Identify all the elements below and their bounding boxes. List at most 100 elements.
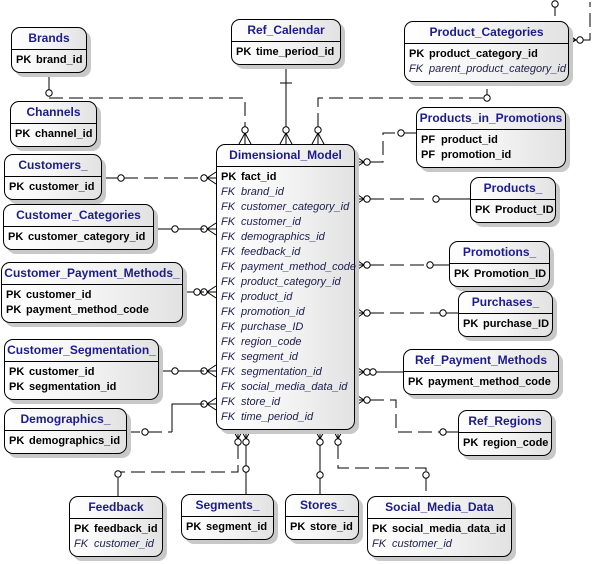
entity-social-media-data[interactable]: Social_Media_Data PK social_media_data_id F… [367,496,512,557]
optional-marker-icon [422,471,430,479]
attribute-name: payment_method_code [241,261,356,273]
attribute-name: region_code [483,437,549,449]
entity-stores[interactable]: Stores_ PK store_id [285,494,359,540]
attribute-row: FK purchase_ID [221,320,354,335]
key-type: PK [221,171,237,183]
attribute-name: parent_product_category_id [429,63,566,75]
attribute-list: PK region_code [459,433,551,455]
attribute-row: PK time_period_id [236,45,340,60]
relationship-line [171,403,204,432]
attribute-name: product_category_id [429,48,538,60]
relationship-line [370,399,440,433]
entity-ref-payment-methods[interactable]: Ref_Payment_Methods PK payment_method_code [403,349,559,395]
optional-marker-icon [171,225,179,233]
attribute-list: PK demographics_id [5,431,126,453]
key-type: PK [236,46,252,58]
entity-products[interactable]: Products_ PK Product_ID [470,177,556,223]
optional-marker-icon [200,174,208,182]
optional-marker-icon [363,261,371,269]
attribute-row: FK time_period_id [221,410,354,425]
attribute-list: PK brand_id [12,50,86,72]
key-type: PK [16,54,32,66]
attribute-row: PK product_category_id [409,47,568,62]
attribute-list: PK Product_ID [471,200,555,222]
attribute-row: FK feedback_id [221,245,354,260]
attribute-row: PK fact_id [221,170,354,185]
optional-marker-icon [171,367,179,375]
attribute-row: PK feedback_id [74,522,162,537]
key-type: FK [221,411,236,423]
entity-title: Feedback [70,497,162,519]
optional-marker-icon [363,158,371,166]
crows-foot-icon [206,364,217,378]
attribute-row: PK payment_method_code [408,375,558,390]
optional-marker-icon [242,438,250,446]
optional-marker-icon [363,368,371,376]
entity-segments[interactable]: Segments_ PK segment_id [181,494,274,540]
attribute-row: PK customer_category_id [8,230,153,245]
attribute-list: PK customer_id PK payment_method_code [2,285,182,322]
attribute-name: customer_id [241,216,301,228]
attribute-name: segment_id [241,351,298,363]
entity-ref-regions[interactable]: Ref_Regions PK region_code [458,410,552,456]
entity-dimensional-model[interactable]: Dimensional_Model PK fact_id FK brand_id FK cu… [216,144,356,430]
entity-title: Purchases_ [459,292,552,314]
entity-title: Promotions_ [450,242,549,264]
attribute-name: channel_id [35,128,93,140]
key-type: PF [421,134,436,146]
crows-foot-icon [206,285,217,299]
entity-customer-payment-methods[interactable]: Customer_Payment_Methods_ PK customer_id PK… [1,262,183,323]
attribute-list: PK purchase_ID [459,314,552,336]
entity-brands[interactable]: Brands PK brand_id [11,27,87,73]
relationship-line [337,445,427,496]
entity-customers[interactable]: Customers_ PK customer_id [4,154,102,200]
attribute-list: PK Promotion_ID [450,264,549,286]
attribute-row: PK customer_id [6,288,182,303]
key-type: FK [74,538,89,550]
key-type: FK [221,261,236,273]
entity-title: Customers_ [5,155,101,177]
attribute-name: brand_id [36,54,83,66]
crows-foot-icon [354,306,365,320]
attribute-row: PK Promotion_ID [454,267,549,282]
key-type: PF [421,149,436,161]
key-type: FK [372,538,387,550]
attribute-row: FK customer_id [74,537,162,552]
entity-purchases[interactable]: Purchases_ PK purchase_ID [458,291,553,337]
key-type: PK [408,376,424,388]
entity-title: Customer_Categories [4,205,153,227]
key-type: PK [290,521,306,533]
attribute-row: FK demographics_id [221,230,354,245]
entity-customer-segmentation[interactable]: Customer_Segmentation_ PK customer_id PK seg… [4,339,159,400]
optional-marker-icon [45,89,53,97]
attribute-list: PK customer_id [5,177,101,199]
entity-ref-calendar[interactable]: Ref_Calendar PK time_period_id [231,19,341,65]
entity-feedback[interactable]: Feedback PK feedback_id FK customer_id [69,496,163,557]
attribute-list: PK payment_method_code [404,372,558,394]
entity-promotions[interactable]: Promotions_ PK Promotion_ID [449,241,550,287]
key-type: FK [221,321,236,333]
entity-title: Demographics_ [5,409,126,431]
attribute-name: Product_ID [495,204,554,216]
attribute-name: customer_id [29,181,95,193]
key-type: FK [221,366,236,378]
attribute-name: time_period_id [256,46,335,58]
attribute-row: PK store_id [290,520,358,535]
key-type: PK [463,437,479,449]
entity-products-in-promotions[interactable]: Products_in_Promotions PF product_id PF prom… [416,107,566,168]
entity-channels[interactable]: Channels PK channel_id [10,101,97,147]
attribute-name: store_id [241,396,281,408]
optional-marker-icon [363,396,371,404]
attribute-list: PK segment_id [182,517,273,539]
entity-product-categories[interactable]: Product_Categories PK product_category_id F… [404,21,569,82]
attribute-row: FK social_media_data_id [221,380,354,395]
crows-foot-icon [354,155,365,169]
attribute-name: segmentation_id [241,366,322,378]
attribute-name: promotion_id [441,149,512,161]
attribute-row: PK payment_method_code [6,303,182,318]
entity-title: Products_ [471,178,555,200]
optional-marker-icon [117,174,125,182]
entity-customer-categories[interactable]: Customer_Categories PK customer_category_i… [3,204,154,250]
optional-marker-icon [334,438,342,446]
entity-demographics[interactable]: Demographics_ PK demographics_id [4,408,127,454]
